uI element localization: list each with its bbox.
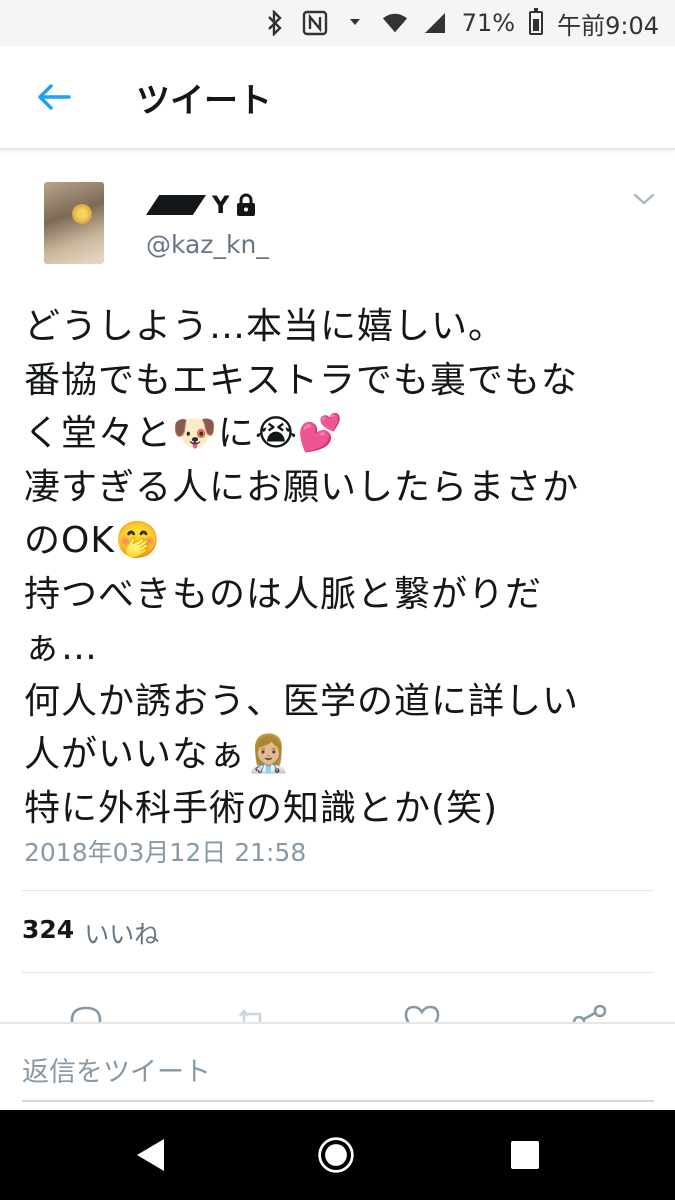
bluetooth-icon (262, 10, 288, 36)
display-name-text: Y (212, 191, 230, 219)
lock-icon (235, 193, 257, 217)
likes-count: 324 (22, 915, 75, 944)
likes-stat[interactable]: 324 いいね (22, 915, 159, 951)
wifi-icon (382, 10, 408, 36)
tweet-text: どうしよう…本当に嬉しい。 番協でもエキストラでも裏でもな く堂々と🐶に😭💕 凄… (24, 306, 580, 829)
likes-label: いいね (84, 920, 160, 949)
top-app-bar: ツイート (0, 46, 675, 150)
avatar[interactable] (44, 182, 104, 264)
data-arrows-icon (342, 10, 368, 36)
chevron-down-icon[interactable] (632, 190, 656, 208)
reply-composer[interactable]: 返信をツイート (0, 1022, 675, 1110)
page-title: ツイート (136, 80, 272, 121)
reply-icon[interactable] (66, 1002, 106, 1024)
system-navbar (0, 1110, 675, 1200)
divider (22, 890, 654, 891)
divider (22, 972, 654, 973)
battery-icon (529, 8, 544, 35)
reply-underline (22, 1100, 654, 1102)
nfc-icon (302, 10, 328, 36)
status-bar: 71% 午前9:04 (0, 0, 675, 46)
tweet-actions (0, 998, 675, 1024)
display-name-graphic (146, 195, 206, 215)
back-triangle-icon[interactable] (130, 1135, 170, 1175)
reply-input[interactable]: 返信をツイート (22, 1050, 211, 1089)
recents-square-icon[interactable] (505, 1135, 545, 1175)
retweet-icon[interactable] (232, 1002, 272, 1024)
like-icon[interactable] (402, 1002, 442, 1024)
arrow-left-icon (38, 84, 71, 110)
home-circle-icon[interactable] (316, 1135, 356, 1175)
user-handle[interactable]: @kaz_kn_ (146, 230, 269, 259)
display-name[interactable]: Y (146, 190, 257, 220)
back-button[interactable] (24, 67, 84, 127)
battery-percent: 71% (461, 9, 516, 37)
share-icon[interactable] (570, 1002, 610, 1024)
clock: 午前9:04 (557, 11, 659, 40)
tweet-timestamp: 2018年03月12日 21:58 (24, 838, 307, 867)
signal-icon (422, 10, 448, 36)
